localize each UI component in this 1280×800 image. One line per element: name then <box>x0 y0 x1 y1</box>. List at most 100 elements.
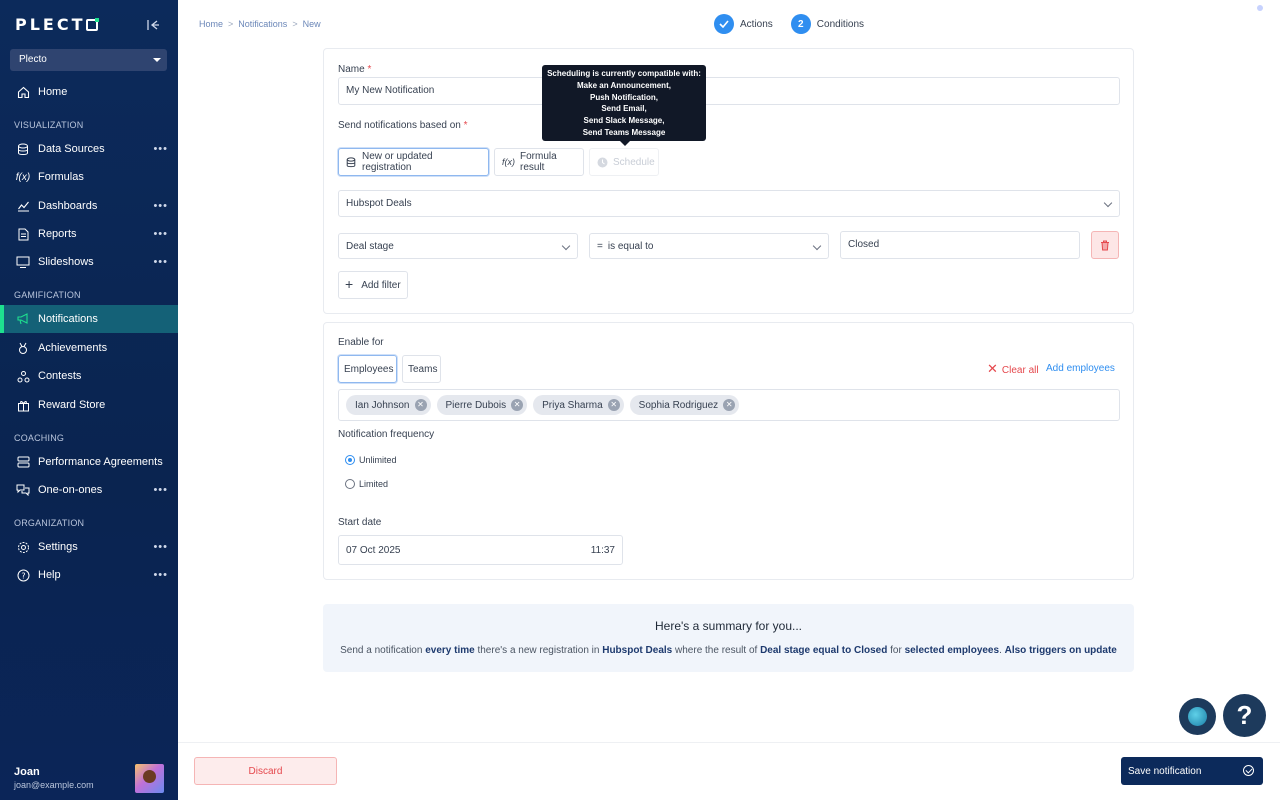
filter-value-input[interactable]: Closed <box>840 231 1080 259</box>
filter-operator-select[interactable]: = is equal to <box>589 233 829 259</box>
avatar[interactable] <box>135 764 164 793</box>
check-icon[interactable] <box>714 14 734 34</box>
nav-achievements[interactable]: Achievements <box>0 334 178 362</box>
gift-icon <box>16 398 30 412</box>
summary-highlight: selected employees <box>904 645 1000 656</box>
remove-icon[interactable]: ✕ <box>723 399 736 411</box>
more-icon[interactable]: ••• <box>153 484 168 496</box>
step-conditions[interactable]: Conditions <box>817 19 864 30</box>
button-label: Clear all <box>1001 364 1039 376</box>
nav-dashboards[interactable]: Dashboards ••• <box>0 192 178 220</box>
add-filter-button[interactable]: + Add filter <box>338 271 408 299</box>
monitor-icon <box>16 255 30 269</box>
assistant-bot-icon[interactable] <box>1179 698 1216 735</box>
nav-slideshows[interactable]: Slideshows ••• <box>0 248 178 276</box>
question-mark-icon: ? <box>1236 700 1253 730</box>
filter-field-select[interactable]: Deal stage <box>338 233 578 259</box>
summary-part: there's a new registration in <box>474 645 603 656</box>
employee-chip: Ian Johnson ✕ <box>346 395 431 415</box>
data-source-select[interactable]: Hubspot Deals <box>338 190 1120 217</box>
medal-icon <box>16 341 30 355</box>
name-input[interactable]: My New Notification <box>338 77 1120 105</box>
radio-limited[interactable] <box>345 479 355 489</box>
tab-employees[interactable]: Employees <box>338 355 397 383</box>
summary-panel: Here's a summary for you... Send a notif… <box>323 604 1134 672</box>
tab-teams[interactable]: Teams <box>402 355 441 383</box>
trash-icon <box>1100 240 1110 251</box>
more-icon[interactable]: ••• <box>153 228 168 240</box>
label-text: Send notifications based on <box>338 120 461 131</box>
employee-chips[interactable]: Ian Johnson ✕ Pierre Dubois ✕ Priya Sharma… <box>338 389 1120 421</box>
nav-reports[interactable]: Reports ••• <box>0 220 178 248</box>
radio-label: Unlimited <box>359 455 397 465</box>
summary-highlight: Hubspot Deals <box>602 645 673 656</box>
more-icon[interactable]: ••• <box>153 541 168 553</box>
select-value: Deal stage <box>346 241 394 252</box>
option-new-or-updated-registration[interactable]: New or updated registration <box>338 148 489 176</box>
more-icon[interactable]: ••• <box>153 256 168 268</box>
nav-label: Dashboards <box>38 200 98 212</box>
more-icon[interactable]: ••• <box>153 200 168 212</box>
stepper: Actions 2 Conditions <box>714 14 882 34</box>
add-employees-link[interactable]: Add employees <box>1046 363 1115 374</box>
nav-help[interactable]: ? Help ••• <box>0 561 178 589</box>
select-value: Hubspot Deals <box>346 198 412 209</box>
caret-down-icon <box>153 58 161 62</box>
gear-icon <box>16 540 30 554</box>
section-gamification: GAMIFICATION <box>14 290 81 300</box>
radio-label: Limited <box>359 479 389 489</box>
remove-icon[interactable]: ✕ <box>511 399 524 411</box>
footer-bar <box>178 742 1280 800</box>
save-notification-button[interactable]: Save notification <box>1121 757 1263 785</box>
more-icon[interactable]: ••• <box>153 569 168 581</box>
collapse-sidebar-icon[interactable] <box>146 18 160 32</box>
remove-icon[interactable]: ✕ <box>414 399 427 411</box>
plecto-logo[interactable]: PLECT <box>15 15 99 34</box>
chip-label: Ian Johnson <box>355 399 410 411</box>
nav-notifications[interactable]: Notifications <box>0 305 178 333</box>
chevron-down-icon <box>1103 198 1113 208</box>
clear-all-button[interactable]: ✕ Clear all <box>987 361 1039 377</box>
option-schedule[interactable]: Schedule <box>589 148 659 176</box>
nav-formulas[interactable]: f(x) Formulas <box>0 163 178 191</box>
option-formula-result[interactable]: f(x) Formula result <box>494 148 584 176</box>
plus-icon: + <box>345 276 354 292</box>
nav-label: Achievements <box>38 342 108 354</box>
report-icon <box>16 227 30 241</box>
chart-line-icon <box>16 199 30 213</box>
breadcrumb-separator: > <box>292 19 298 29</box>
delete-filter-button[interactable] <box>1091 231 1119 259</box>
button-label: Add filter <box>361 279 401 291</box>
schedule-tooltip: Scheduling is currently compatible with:… <box>542 65 706 146</box>
nav-contests[interactable]: Contests <box>0 362 178 390</box>
breadcrumb-notifications[interactable]: Notifications <box>238 19 287 29</box>
tab-label: Employees <box>344 363 394 375</box>
nav-data-sources[interactable]: Data Sources ••• <box>0 135 178 163</box>
remove-icon[interactable]: ✕ <box>607 399 620 411</box>
nav-label: Notifications <box>38 313 98 325</box>
nav-one-on-ones[interactable]: One-on-ones ••• <box>0 476 178 504</box>
nav-home[interactable]: Home <box>0 78 178 106</box>
workspace-selector[interactable]: Plecto <box>10 49 167 71</box>
formula-icon: f(x) <box>502 157 515 167</box>
tooltip-line: Send Slack Message, <box>583 116 665 126</box>
more-icon[interactable]: ••• <box>153 143 168 155</box>
option-label: Formula result <box>520 151 557 173</box>
nav-label: Reward Store <box>38 399 106 411</box>
start-date-input[interactable]: 07 Oct 2025 11:37 <box>338 535 623 565</box>
start-date-label: Start date <box>338 517 382 528</box>
nav-settings[interactable]: Settings ••• <box>0 533 178 561</box>
radio-unlimited[interactable] <box>345 455 355 465</box>
button-label: Discard <box>248 765 283 777</box>
breadcrumb-home[interactable]: Home <box>199 19 223 29</box>
summary-title: Here's a summary for you... <box>655 619 802 633</box>
summary-part: for <box>887 645 905 656</box>
step-actions[interactable]: Actions <box>740 19 773 30</box>
help-button[interactable]: ? <box>1223 694 1266 737</box>
home-icon <box>16 85 30 99</box>
nav-label: Reports <box>38 228 77 240</box>
option-label: Schedule <box>613 156 655 168</box>
nav-reward-store[interactable]: Reward Store <box>0 391 178 419</box>
discard-button[interactable]: Discard <box>194 757 337 785</box>
nav-performance-agreements[interactable]: Performance Agreements <box>0 448 178 476</box>
